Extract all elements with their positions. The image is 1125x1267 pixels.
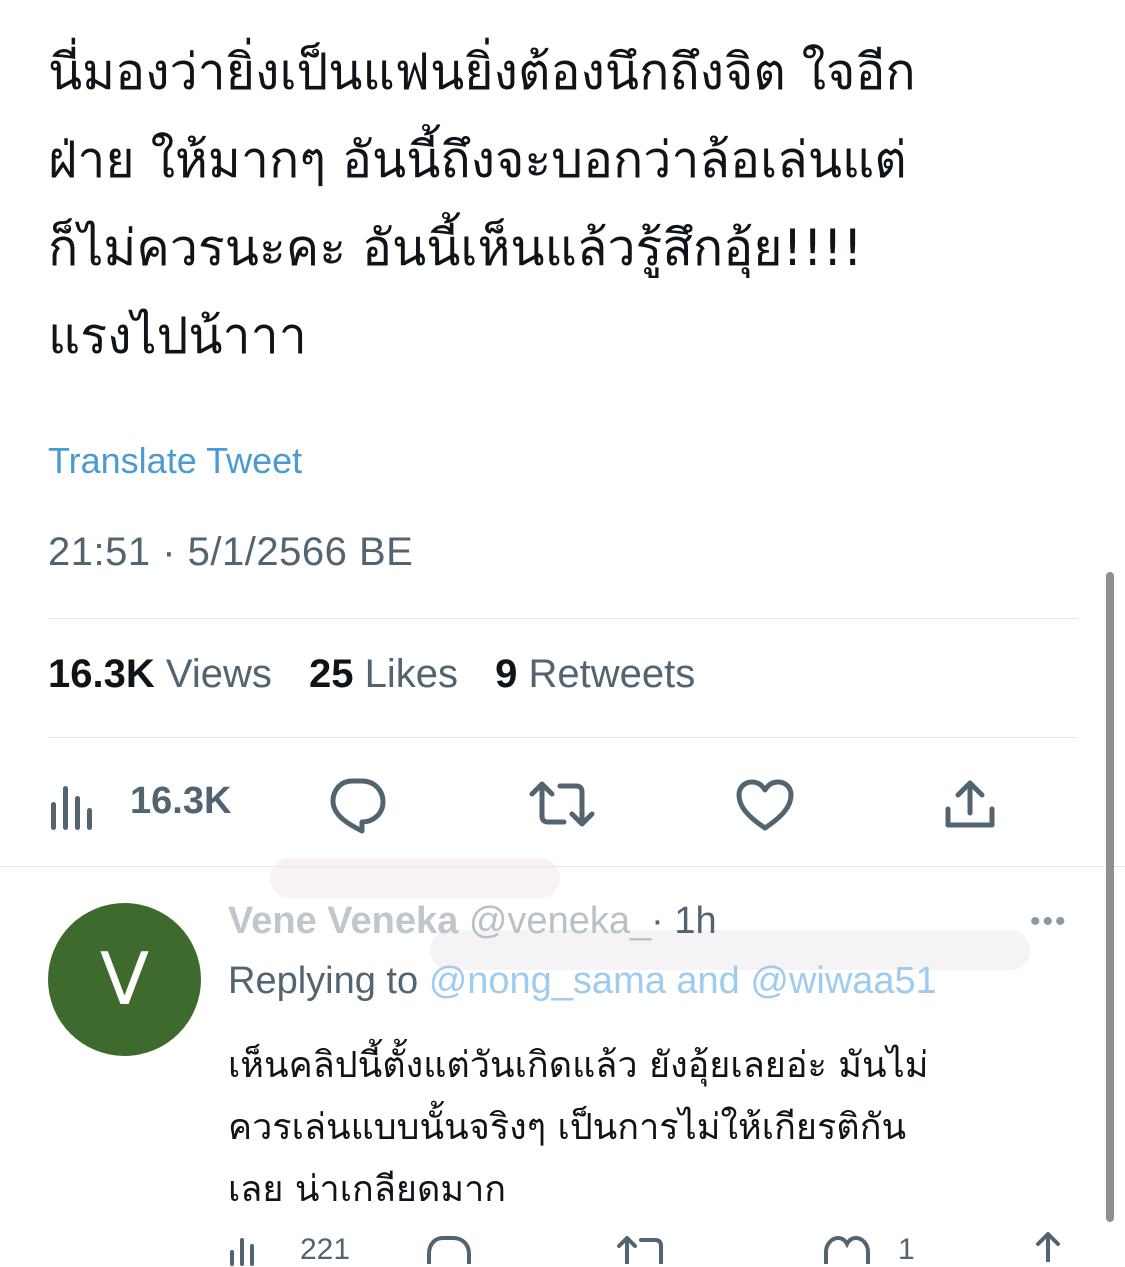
reply-text-line: ควรเล่นแบบนั้นจริงๆ เป็นการไม่ให้เกียรติ… — [228, 1107, 907, 1148]
tweet-text: นี่มองว่ายิ่งเป็นแฟนยิ่งต้องนึกถึงจิต ใจ… — [48, 28, 1088, 380]
like-icon[interactable] — [735, 778, 795, 832]
reply-icon[interactable] — [328, 775, 388, 835]
translate-tweet-link[interactable]: Translate Tweet — [48, 440, 302, 482]
retweets-stat[interactable]: 9 Retweets — [495, 652, 695, 696]
retweet-icon[interactable] — [528, 778, 596, 830]
share-icon[interactable] — [942, 777, 998, 833]
reply-text-line: เลย น่าเกลียดมาก — [228, 1169, 507, 1210]
tweet-timestamp[interactable]: 21:51 · 5/1/2566 BE — [48, 530, 413, 575]
share-icon[interactable] — [1030, 1232, 1066, 1262]
reply-author-name[interactable]: Vene Veneka — [228, 900, 458, 942]
replying-to-label: Replying to — [228, 960, 419, 1002]
reply-icon[interactable] — [425, 1234, 473, 1264]
action-views-count: 16.3K — [130, 780, 232, 822]
views-stat[interactable]: 16.3K Views — [48, 652, 272, 696]
scrollbar[interactable] — [1106, 572, 1114, 1222]
tweet-text-line: แรงไปน้าาา — [48, 307, 307, 365]
tweet-stats: 16.3K Views 25 Likes 9 Retweets — [48, 652, 695, 697]
replying-to-mentions[interactable]: @nong_sama and @wiwaa51 — [429, 960, 937, 1002]
tweet-text-line: นี่มองว่ายิ่งเป็นแฟนยิ่งต้องนึกถึงจิต ใจ… — [48, 43, 916, 101]
more-options-icon[interactable]: ••• — [1030, 905, 1068, 939]
like-icon[interactable] — [822, 1234, 872, 1264]
avatar[interactable]: V — [48, 903, 201, 1056]
analytics-icon[interactable] — [228, 1236, 268, 1266]
likes-stat[interactable]: 25 Likes — [309, 652, 458, 696]
retweet-icon[interactable] — [615, 1234, 671, 1264]
reply-author-handle[interactable]: @veneka_ — [469, 900, 651, 942]
reply-text-line: เห็นคลิปนี้ตั้งแต่วันเกิดแล้ว ยังอุ้ยเลย… — [228, 1045, 929, 1086]
reply-text: เห็นคลิปนี้ตั้งแต่วันเกิดแล้ว ยังอุ้ยเลย… — [228, 1035, 1088, 1221]
reply-likes-count: 1 — [898, 1233, 915, 1266]
divider — [0, 866, 1125, 867]
reply-time[interactable]: · 1h — [651, 900, 716, 942]
redaction-blur — [270, 858, 560, 898]
tweet-text-line: ฝ่าย ให้มากๆ อันนี้ถึงจะบอกว่าล้อเล่นแต่ — [48, 131, 907, 189]
tweet-text-line: ก็ไม่ควรนะคะ อันนี้เห็นแล้วรู้สึกอุ้ย!!!… — [48, 219, 863, 277]
analytics-icon[interactable] — [48, 780, 100, 832]
replying-to: Replying to @nong_sama and @wiwaa51 — [228, 960, 937, 1003]
divider — [48, 737, 1077, 738]
reply-views-count: 221 — [300, 1233, 351, 1266]
reply-header: Vene Veneka @veneka_· 1h — [228, 900, 717, 943]
divider — [48, 618, 1077, 619]
